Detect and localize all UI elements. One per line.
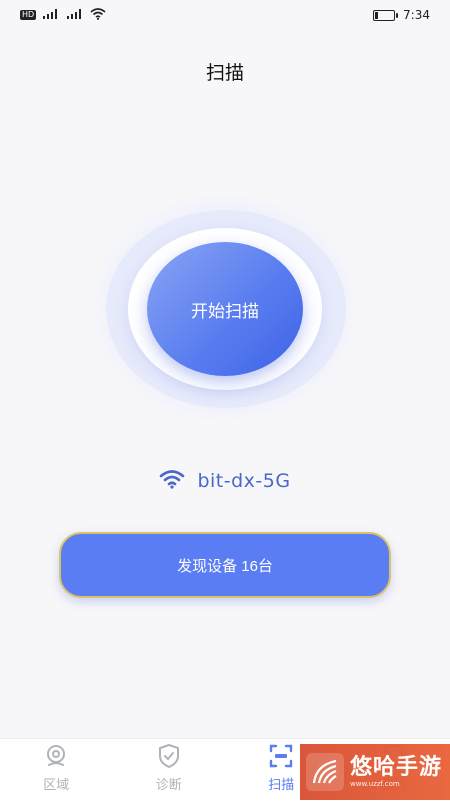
battery-level [375,11,379,19]
wifi-row: bit-dx-5G [0,466,450,496]
nav-label-diagnose: 诊断 [155,778,182,793]
wifi-status-icon [90,7,106,23]
signal-icon [66,8,84,23]
wifi-icon [159,469,185,493]
nav-label-scan: 扫描 [268,778,295,793]
found-devices-button[interactable]: 发现设备 16台 [59,532,391,598]
nav-item-diagnose[interactable]: 诊断 [129,739,209,793]
hd-badge: HD [20,10,37,20]
status-time: 7:34 [403,8,430,22]
page-title: 扫描 [205,62,244,84]
nav-label-area: 区域 [43,778,70,793]
shield-check-icon [155,742,183,770]
scan-frame-icon [267,742,295,770]
watermark: 悠哈手游 www.uzzf.com [300,744,450,800]
battery-icon [373,9,399,21]
watermark-name: 悠哈手游 [350,755,443,780]
watermark-url: www.uzzf.com [350,780,400,788]
watermark-text: 悠哈手游 www.uzzf.com [350,755,443,789]
start-scan-button[interactable]: 开始扫描 [147,242,303,376]
watermark-logo-icon [306,753,344,791]
wifi-ssid: bit-dx-5G [197,470,291,492]
status-bar: HD 7:34 [0,0,450,30]
status-right: 7:34 [373,8,430,22]
nav-item-area[interactable]: 区域 [16,739,96,793]
status-left: HD [20,7,106,23]
camera-location-icon [42,742,70,770]
signal-icon [42,8,60,23]
